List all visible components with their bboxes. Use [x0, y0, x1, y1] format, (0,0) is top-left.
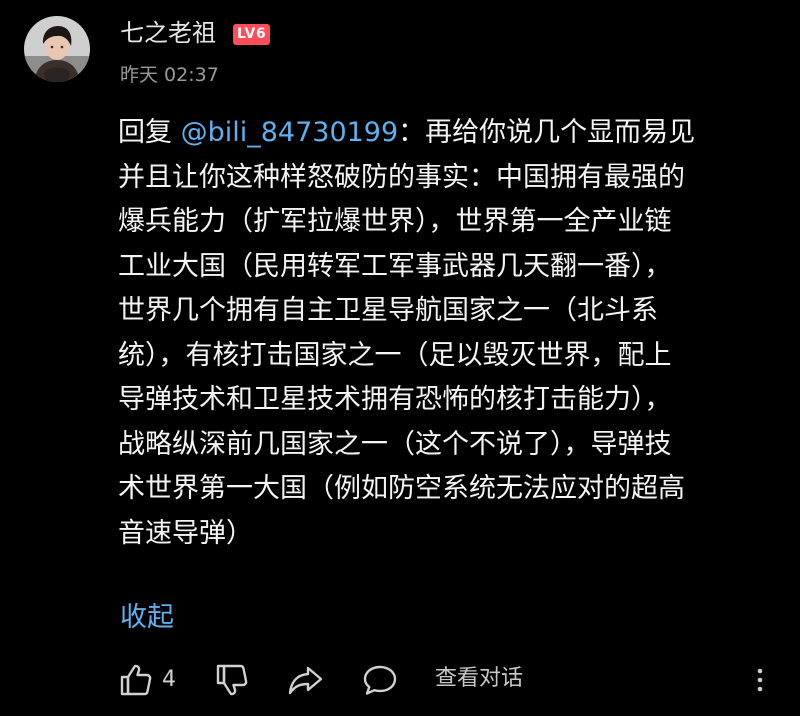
like-count: 4	[162, 667, 176, 692]
user-avatar[interactable]	[24, 16, 90, 82]
action-bar: 4 查看对话	[0, 656, 800, 706]
share-button[interactable]	[287, 662, 325, 702]
more-vertical-icon	[757, 668, 763, 692]
comment-text-line: 导弹技术和卫星技术拥有恐怖的核打击能力），	[118, 384, 672, 415]
author-name[interactable]: 七之老祖	[120, 17, 216, 49]
comment-text-line: 战略纵深前几国家之一（这个不说了），导弹技	[118, 428, 672, 460]
collapse-button[interactable]: 收起	[120, 598, 174, 638]
comment-body: 回复 @bili_84730199：再给你说几个显而易见并且让你这种样怒破防的事…	[118, 111, 768, 556]
view-conversation-button[interactable]: 查看对话	[435, 664, 523, 694]
comment-icon	[363, 665, 397, 695]
reply-prefix: 回复	[118, 117, 172, 148]
thumbs-up-icon	[120, 664, 152, 696]
comment-text-line: 并且让你这种样怒破防的事实：中国拥有最强的	[118, 161, 685, 193]
comment-timestamp: 昨天 02:37	[120, 64, 219, 86]
comment-text-line: 工业大国（民用转军工军事武器几天翻一番），	[118, 250, 672, 282]
like-button[interactable]	[118, 662, 154, 702]
level-badge: LV6	[233, 24, 271, 45]
mention-link[interactable]: @bili_84730199	[181, 117, 399, 148]
dislike-button[interactable]	[214, 662, 250, 702]
comment-text-line: 音速导弹）	[118, 517, 253, 549]
comment-text-line: 统），有核打击国家之一（足以毁灭世界，配上	[118, 339, 672, 371]
comment-text-line: 爆兵能力（扩军拉爆世界），世界第一全产业链	[118, 206, 672, 237]
thumbs-down-icon	[216, 664, 248, 696]
reply-button[interactable]	[361, 662, 399, 702]
avatar-image	[24, 16, 90, 82]
more-button[interactable]	[750, 662, 770, 702]
share-icon	[288, 666, 323, 695]
comment-text-line: 术世界第一大国（例如防空系统无法应对的超高	[118, 473, 685, 504]
comment-text-line: 世界几个拥有自主卫星导航国家之一（北斗系	[118, 295, 658, 326]
comment-text-line: ：再给你说几个显而易见	[398, 117, 696, 148]
